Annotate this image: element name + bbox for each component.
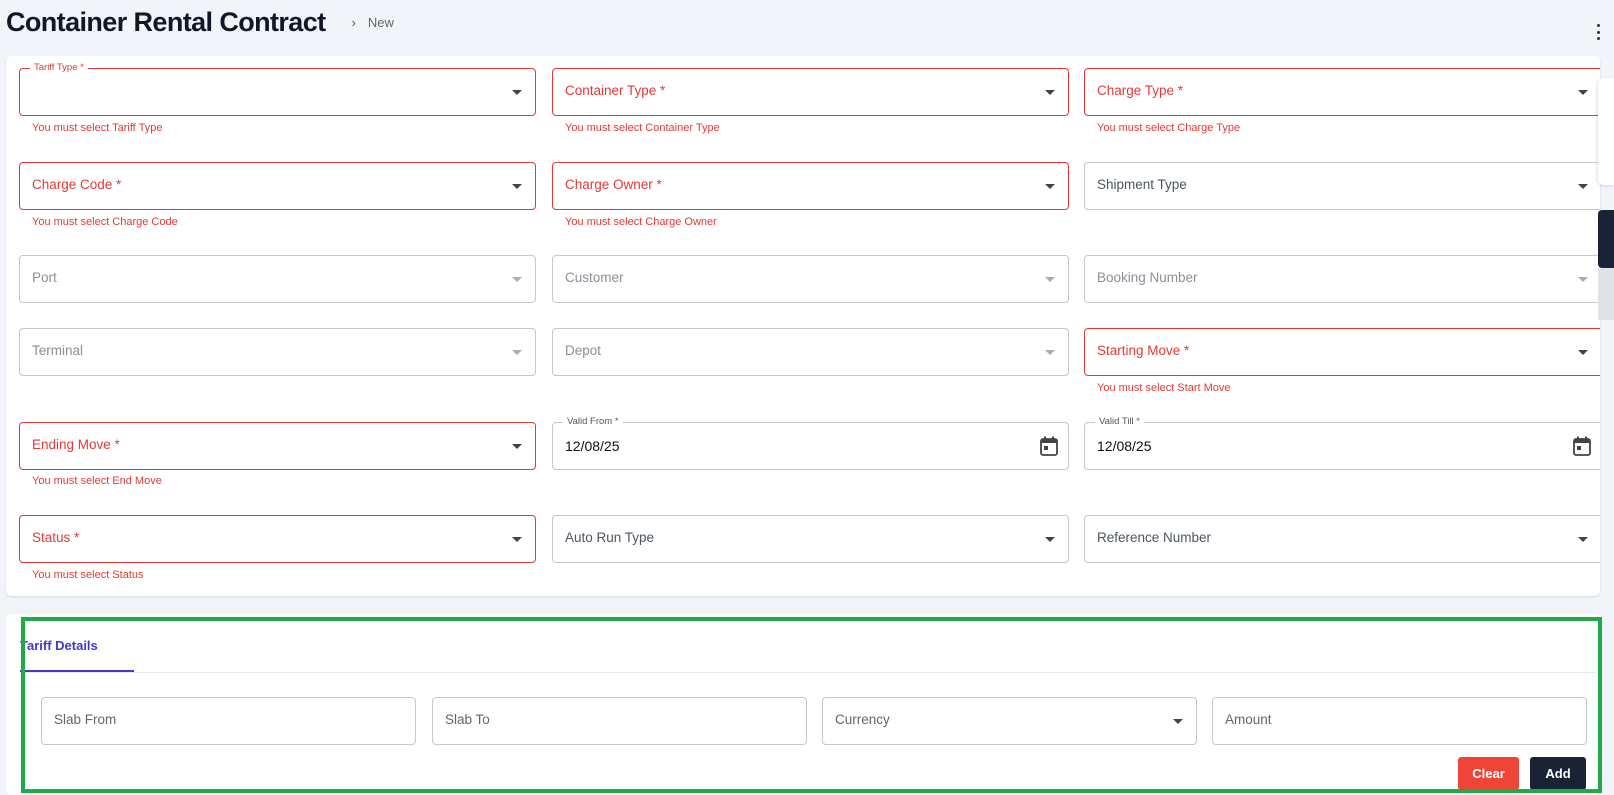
valid-from-value: 12/08/25 bbox=[565, 438, 620, 454]
side-card-edge bbox=[1598, 78, 1614, 185]
page-title: Container Rental Contract bbox=[6, 6, 326, 37]
ending-move-label: Ending Move * bbox=[32, 437, 120, 452]
amount-input[interactable]: Amount bbox=[1212, 697, 1587, 745]
amount-label: Amount bbox=[1225, 712, 1272, 727]
page-header: Container Rental Contract › New bbox=[6, 2, 394, 42]
tariff-type-error: You must select Tariff Type bbox=[32, 122, 163, 134]
chevron-down-icon bbox=[512, 184, 522, 189]
side-dark-tab[interactable] bbox=[1598, 210, 1614, 268]
terminal-label: Terminal bbox=[32, 343, 84, 358]
shipment-type-select[interactable]: Shipment Type bbox=[1084, 162, 1600, 210]
currency-label: Currency bbox=[835, 712, 890, 727]
starting-move-label: Starting Move * bbox=[1097, 343, 1190, 358]
slab-to-label: Slab To bbox=[445, 712, 490, 727]
chevron-down-icon bbox=[1173, 719, 1183, 724]
auto-run-type-label: Auto Run Type bbox=[565, 530, 655, 545]
chevron-down-icon bbox=[512, 350, 522, 355]
status-error: You must select Status bbox=[32, 569, 144, 581]
calendar-icon[interactable] bbox=[1573, 436, 1591, 456]
reference-number-label: Reference Number bbox=[1097, 530, 1212, 545]
port-label: Port bbox=[32, 270, 57, 285]
charge-code-select[interactable]: Charge Code * bbox=[19, 162, 536, 210]
container-type-error: You must select Container Type bbox=[565, 122, 720, 134]
breadcrumb-chevron-icon: › bbox=[351, 14, 356, 30]
ending-move-select[interactable]: Ending Move * bbox=[19, 422, 536, 470]
charge-type-select[interactable]: Charge Type * bbox=[1084, 68, 1600, 116]
slab-from-label: Slab From bbox=[54, 712, 117, 727]
side-panel-edge bbox=[1598, 0, 1614, 795]
booking-number-label: Booking Number bbox=[1097, 270, 1198, 285]
charge-owner-label: Charge Owner * bbox=[565, 177, 662, 192]
booking-number-select[interactable]: Booking Number bbox=[1084, 255, 1600, 303]
chevron-down-icon bbox=[512, 90, 522, 95]
customer-select[interactable]: Customer bbox=[552, 255, 1069, 303]
reference-number-select[interactable]: Reference Number bbox=[1084, 515, 1600, 563]
status-select[interactable]: Status * bbox=[19, 515, 536, 563]
chevron-down-icon bbox=[1578, 537, 1588, 542]
valid-till-label: Valid Till * bbox=[1095, 416, 1145, 427]
port-select[interactable]: Port bbox=[19, 255, 536, 303]
chevron-down-icon bbox=[1578, 184, 1588, 189]
breadcrumb-current: New bbox=[367, 14, 394, 30]
charge-type-error: You must select Charge Type bbox=[1097, 122, 1241, 134]
add-button[interactable]: Add bbox=[1530, 757, 1586, 790]
container-type-select[interactable]: Container Type * bbox=[552, 68, 1069, 116]
valid-from-field[interactable]: Valid From * 12/08/25 bbox=[552, 416, 1069, 470]
chevron-down-icon bbox=[1578, 350, 1588, 355]
tariff-type-label: Tariff Type * bbox=[30, 62, 88, 73]
slab-from-input[interactable]: Slab From bbox=[41, 697, 416, 745]
valid-from-label: Valid From * bbox=[563, 416, 623, 427]
terminal-select[interactable]: Terminal bbox=[19, 328, 536, 376]
contract-form-card: Tariff Type * You must select Tariff Typ… bbox=[6, 56, 1600, 596]
charge-owner-select[interactable]: Charge Owner * bbox=[552, 162, 1069, 210]
chevron-down-icon bbox=[1045, 277, 1055, 282]
charge-owner-error: You must select Charge Owner bbox=[565, 216, 717, 228]
tab-divider bbox=[20, 672, 1596, 673]
auto-run-type-select[interactable]: Auto Run Type bbox=[552, 515, 1069, 563]
starting-move-error: You must select Start Move bbox=[1097, 382, 1231, 394]
chevron-down-icon bbox=[1578, 90, 1588, 95]
depot-label: Depot bbox=[565, 343, 602, 358]
charge-code-label: Charge Code * bbox=[32, 177, 122, 192]
valid-till-field[interactable]: Valid Till * 12/08/25 bbox=[1084, 416, 1600, 470]
slab-to-input[interactable]: Slab To bbox=[432, 697, 807, 745]
chevron-down-icon bbox=[1045, 537, 1055, 542]
chevron-down-icon bbox=[1045, 90, 1055, 95]
charge-type-label: Charge Type * bbox=[1097, 83, 1184, 98]
clear-button[interactable]: Clear bbox=[1458, 757, 1519, 790]
chevron-down-icon bbox=[1578, 277, 1588, 282]
shipment-type-label: Shipment Type bbox=[1097, 177, 1187, 192]
chevron-down-icon bbox=[512, 444, 522, 449]
valid-till-value: 12/08/25 bbox=[1097, 438, 1152, 454]
container-type-label: Container Type * bbox=[565, 83, 666, 98]
status-label: Status * bbox=[32, 530, 80, 545]
side-grey-tab[interactable] bbox=[1598, 268, 1614, 320]
chevron-down-icon bbox=[1045, 350, 1055, 355]
chevron-down-icon bbox=[1045, 184, 1055, 189]
currency-select[interactable]: Currency bbox=[822, 697, 1197, 745]
tariff-type-select[interactable]: Tariff Type * bbox=[19, 62, 536, 116]
tariff-details-panel: Tariff Details Slab From Slab To Currenc… bbox=[6, 614, 1600, 795]
customer-label: Customer bbox=[565, 270, 624, 285]
ending-move-error: You must select End Move bbox=[32, 475, 162, 487]
chevron-down-icon bbox=[512, 277, 522, 282]
calendar-icon[interactable] bbox=[1040, 436, 1058, 456]
charge-code-error: You must select Charge Code bbox=[32, 216, 178, 228]
starting-move-select[interactable]: Starting Move * bbox=[1084, 328, 1600, 376]
depot-select[interactable]: Depot bbox=[552, 328, 1069, 376]
chevron-down-icon bbox=[512, 537, 522, 542]
tab-tariff-details[interactable]: Tariff Details bbox=[20, 638, 98, 653]
